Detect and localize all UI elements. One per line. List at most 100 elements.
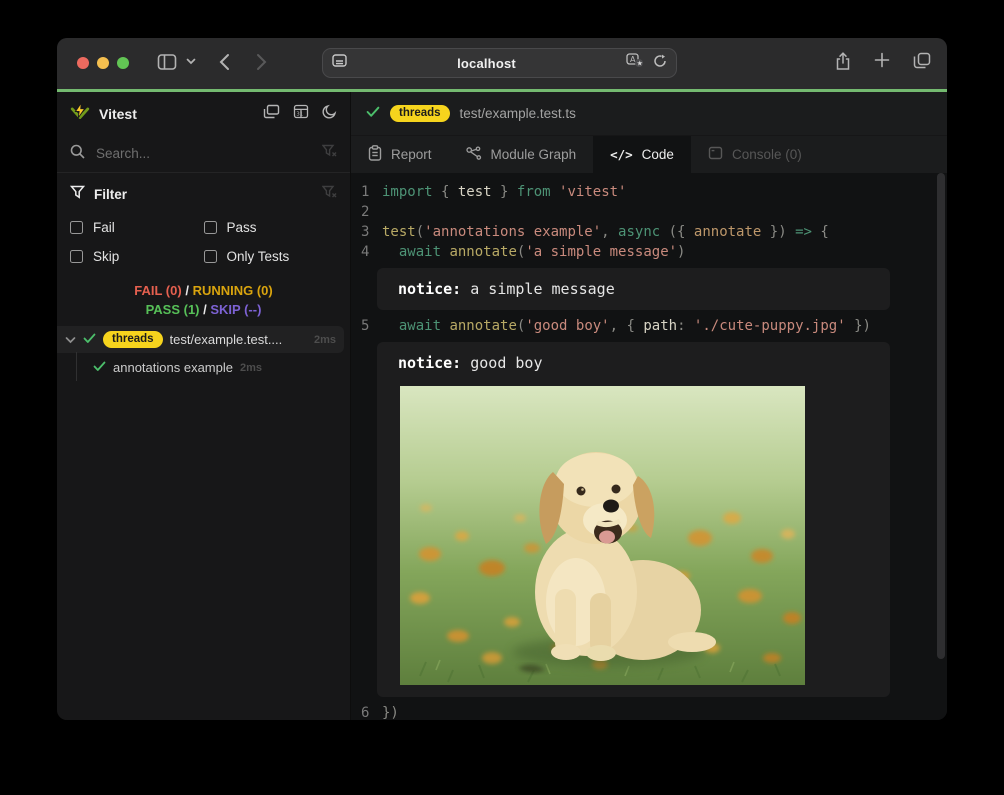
chevron-down-icon[interactable] bbox=[186, 58, 196, 65]
main-panel: threads test/example.test.ts Report bbox=[351, 92, 947, 720]
browser-toolbar: localhost A ★ bbox=[57, 38, 947, 89]
checkbox-label: Only Tests bbox=[227, 249, 290, 264]
line-number: 5 bbox=[361, 316, 375, 336]
tab-module-graph[interactable]: Module Graph bbox=[449, 136, 594, 173]
search-input[interactable] bbox=[94, 145, 313, 162]
skip-count: SKIP (--) bbox=[210, 302, 261, 317]
code-line: 3test('annotations example', async ({ an… bbox=[351, 222, 947, 242]
checkbox-box[interactable] bbox=[70, 221, 83, 234]
pass-check-icon bbox=[366, 105, 380, 123]
module-graph-icon bbox=[466, 146, 482, 164]
sidebar-header: Vitest 31 bbox=[57, 92, 350, 135]
tab-label: Report bbox=[391, 147, 432, 162]
code-line: 5 await annotate('good boy', { path: './… bbox=[351, 316, 947, 336]
checkbox-skip[interactable]: Skip bbox=[70, 246, 204, 266]
new-tab-icon[interactable] bbox=[874, 52, 890, 76]
console-icon bbox=[708, 146, 723, 163]
app-body: Vitest 31 bbox=[57, 92, 947, 720]
annotation-box: notice: a simple message bbox=[377, 268, 890, 310]
svg-text:31: 31 bbox=[296, 111, 303, 117]
share-icon[interactable] bbox=[835, 52, 851, 76]
tab-report[interactable]: Report bbox=[351, 136, 449, 173]
checkbox-box[interactable] bbox=[204, 221, 217, 234]
tab-label: Console (0) bbox=[732, 147, 802, 162]
code-line: 2 bbox=[351, 202, 947, 222]
tab-console[interactable]: Console (0) bbox=[691, 136, 819, 173]
panels-icon[interactable] bbox=[263, 104, 280, 124]
filter-title: Filter bbox=[94, 187, 127, 202]
clear-search-filter-icon[interactable] bbox=[322, 144, 337, 163]
sidebar-toggle-icon[interactable] bbox=[157, 53, 177, 71]
close-window-button[interactable] bbox=[77, 57, 89, 69]
translate-icon[interactable]: A ★ bbox=[626, 53, 644, 73]
code-line: 1import { test } from 'vitest' bbox=[351, 182, 947, 202]
annotation-text: a simple message bbox=[461, 280, 615, 298]
dark-mode-moon-icon[interactable] bbox=[322, 104, 337, 124]
filter-header: Filter bbox=[70, 185, 337, 204]
code-line: 6}) bbox=[351, 703, 947, 720]
pass-count: PASS (1) bbox=[146, 302, 200, 317]
tab-bar: Report Module Graph </> Code bbox=[351, 136, 947, 173]
tab-label: Module Graph bbox=[491, 147, 577, 162]
checkbox-fail[interactable]: Fail bbox=[70, 217, 204, 237]
pool-badge: threads bbox=[103, 331, 163, 348]
tab-code[interactable]: </> Code bbox=[593, 136, 691, 173]
zoom-window-button[interactable] bbox=[117, 57, 129, 69]
sidebar: Vitest 31 bbox=[57, 92, 351, 720]
pass-check-icon bbox=[83, 331, 96, 349]
test-duration: 2ms bbox=[240, 362, 262, 374]
vertical-scrollbar[interactable] bbox=[937, 173, 945, 659]
checkbox-label: Pass bbox=[227, 220, 257, 235]
dashboard-icon[interactable]: 31 bbox=[293, 104, 309, 124]
line-number: 1 bbox=[361, 182, 375, 202]
pass-check-icon bbox=[93, 359, 106, 377]
annotation-label: notice: bbox=[398, 280, 461, 298]
report-clipboard-icon bbox=[368, 145, 382, 164]
checkbox-label: Skip bbox=[93, 249, 119, 264]
url-text: localhost bbox=[347, 56, 626, 71]
test-name: annotations example bbox=[113, 360, 233, 375]
fail-count: FAIL (0) bbox=[134, 283, 181, 298]
checkbox-only-tests[interactable]: Only Tests bbox=[204, 246, 338, 266]
summary-line-2: PASS (1) / SKIP (--) bbox=[57, 300, 350, 319]
funnel-icon bbox=[70, 185, 85, 204]
vitest-logo-icon bbox=[70, 102, 90, 125]
app-title: Vitest bbox=[99, 106, 137, 122]
running-count: RUNNING (0) bbox=[193, 283, 273, 298]
minimize-window-button[interactable] bbox=[97, 57, 109, 69]
tab-overview-icon[interactable] bbox=[913, 52, 931, 76]
clear-filter-icon[interactable] bbox=[322, 185, 337, 204]
line-number: 4 bbox=[361, 242, 375, 262]
address-bar[interactable]: localhost A ★ bbox=[322, 48, 677, 78]
open-file-path: test/example.test.ts bbox=[460, 106, 576, 121]
test-tree: threads test/example.test.... 2ms annota… bbox=[57, 326, 350, 381]
filter-checkboxes: Fail Pass Skip Only Tests bbox=[70, 217, 337, 266]
cute-puppy-photo bbox=[400, 386, 805, 685]
code-view: 1import { test } from 'vitest'23test('an… bbox=[351, 173, 947, 720]
annotation-text: good boy bbox=[461, 354, 542, 372]
tab-label: Code bbox=[642, 147, 674, 162]
browser-window: localhost A ★ bbox=[57, 38, 947, 720]
file-name: test/example.test.... bbox=[170, 332, 283, 347]
svg-text:★: ★ bbox=[637, 60, 643, 68]
line-number: 6 bbox=[361, 703, 375, 720]
file-header: threads test/example.test.ts bbox=[351, 92, 947, 136]
sidebar-header-actions: 31 bbox=[263, 104, 337, 124]
search-icon bbox=[70, 144, 85, 164]
checkbox-box[interactable] bbox=[204, 250, 217, 263]
checkbox-box[interactable] bbox=[70, 250, 83, 263]
annotation-box: notice: good boy bbox=[377, 342, 890, 697]
tree-file-row[interactable]: threads test/example.test.... 2ms bbox=[57, 326, 344, 353]
forward-button-icon[interactable] bbox=[256, 53, 267, 71]
search-row bbox=[57, 135, 350, 173]
expander-chevron-down-icon[interactable] bbox=[65, 331, 76, 349]
back-button-icon[interactable] bbox=[219, 53, 230, 71]
code-icon: </> bbox=[610, 147, 633, 162]
desktop-background: localhost A ★ bbox=[0, 0, 1004, 795]
reload-icon[interactable] bbox=[653, 54, 667, 73]
checkbox-label: Fail bbox=[93, 220, 115, 235]
summary-line-1: FAIL (0) / RUNNING (0) bbox=[57, 281, 350, 300]
tree-test-row[interactable]: annotations example 2ms bbox=[57, 354, 350, 381]
page-settings-icon[interactable] bbox=[332, 54, 347, 72]
checkbox-pass[interactable]: Pass bbox=[204, 217, 338, 237]
